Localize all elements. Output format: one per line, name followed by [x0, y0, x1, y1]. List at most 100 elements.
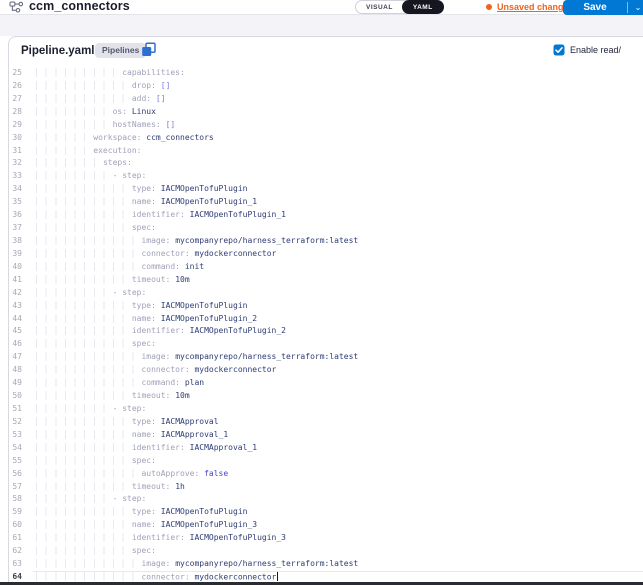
line-number: 48 — [9, 364, 22, 377]
code-text: add: [] — [36, 93, 166, 106]
code-line[interactable]: 31 execution: — [9, 145, 643, 158]
line-number: 46 — [9, 338, 22, 351]
line-number: 55 — [9, 455, 22, 468]
code-line[interactable]: 49 command: plan — [9, 377, 643, 390]
code-line[interactable]: 25 capabilities: — [9, 67, 643, 80]
code-line[interactable]: 63 image: mycompanyrepo/harness_terrafor… — [9, 558, 643, 571]
code-line[interactable]: 50 timeout: 10m — [9, 390, 643, 403]
code-text: spec: — [36, 455, 156, 468]
code-line[interactable]: 32 steps: — [9, 157, 643, 170]
code-text: steps: — [36, 157, 132, 170]
code-text: connector: mydockerconnector — [36, 364, 277, 377]
code-line[interactable]: 52 type: IACMApproval — [9, 416, 643, 429]
code-line[interactable]: 42 - step: — [9, 287, 643, 300]
code-line[interactable]: 27 add: [] — [9, 93, 643, 106]
code-text: timeout: 1h — [36, 481, 185, 494]
line-number: 33 — [9, 170, 22, 183]
code-line[interactable]: 28 os: Linux — [9, 106, 643, 119]
code-line[interactable]: 44 name: IACMOpenTofuPlugin_2 — [9, 313, 643, 326]
code-line[interactable]: 53 name: IACMApproval_1 — [9, 429, 643, 442]
code-text: type: IACMOpenTofuPlugin — [36, 183, 248, 196]
code-line[interactable]: 61 identifier: IACMOpenTofuPlugin_3 — [9, 532, 643, 545]
line-number: 27 — [9, 93, 22, 106]
code-line[interactable]: 60 name: IACMOpenTofuPlugin_3 — [9, 519, 643, 532]
code-text: type: IACMOpenTofuPlugin — [36, 300, 248, 313]
code-text: command: init — [36, 261, 205, 274]
code-line[interactable]: 58 - step: — [9, 493, 643, 506]
line-number: 36 — [9, 209, 22, 222]
code-text: spec: — [36, 338, 156, 351]
code-line[interactable]: 30 workspace: ccm_connectors — [9, 132, 643, 145]
line-number: 31 — [9, 145, 22, 158]
visual-yaml-toggle: VISUAL YAML — [355, 0, 444, 14]
line-number: 62 — [9, 545, 22, 558]
line-number: 61 — [9, 532, 22, 545]
line-number: 26 — [9, 80, 22, 93]
code-text: autoApprove: false — [36, 468, 229, 481]
code-line[interactable]: 62 spec: — [9, 545, 643, 558]
code-text: os: Linux — [36, 106, 156, 119]
code-line[interactable]: 39 connector: mydockerconnector — [9, 248, 643, 261]
code-line[interactable]: 48 connector: mydockerconnector — [9, 364, 643, 377]
header-gap-strip — [0, 15, 643, 36]
code-line[interactable]: 40 command: init — [9, 261, 643, 274]
code-line[interactable]: 59 type: IACMOpenTofuPlugin — [9, 506, 643, 519]
code-line[interactable]: 29 hostNames: [] — [9, 119, 643, 132]
text-cursor — [277, 571, 278, 581]
top-bar: ccm_connectors VISUAL YAML Unsaved chang… — [0, 0, 643, 15]
chevron-down-icon[interactable]: ⌄ — [628, 0, 643, 15]
enable-readwrite-checkbox[interactable]: Enable read/ — [553, 44, 621, 56]
line-number: 45 — [9, 325, 22, 338]
code-text: name: IACMOpenTofuPlugin_1 — [36, 196, 258, 209]
code-line[interactable]: 45 identifier: IACMOpenTofuPlugin_2 — [9, 325, 643, 338]
code-line[interactable]: 41 timeout: 10m — [9, 274, 643, 287]
save-button[interactable]: Save ⌄ — [563, 0, 643, 15]
code-line[interactable]: 55 spec: — [9, 455, 643, 468]
code-line[interactable]: 54 identifier: IACMApproval_1 — [9, 442, 643, 455]
code-line[interactable]: 38 image: mycompanyrepo/harness_terrafor… — [9, 235, 643, 248]
code-text: workspace: ccm_connectors — [36, 132, 214, 145]
code-text: identifier: IACMOpenTofuPlugin_1 — [36, 209, 286, 222]
line-number: 38 — [9, 235, 22, 248]
code-text: timeout: 10m — [36, 274, 190, 287]
code-line[interactable]: 26 drop: [] — [9, 80, 643, 93]
checkbox-checked-icon[interactable] — [553, 44, 565, 56]
toggle-yaml[interactable]: YAML — [402, 0, 444, 14]
line-number: 29 — [9, 119, 22, 132]
line-number: 56 — [9, 468, 22, 481]
code-text: capabilities: — [36, 67, 185, 80]
code-line[interactable]: 57 timeout: 1h — [9, 481, 643, 494]
code-line[interactable]: 43 type: IACMOpenTofuPlugin — [9, 300, 643, 313]
code-line[interactable]: 36 identifier: IACMOpenTofuPlugin_1 — [9, 209, 643, 222]
code-text: name: IACMApproval_1 — [36, 429, 229, 442]
code-text: hostNames: [] — [36, 119, 176, 132]
code-text: type: IACMOpenTofuPlugin — [36, 506, 248, 519]
code-text: image: mycompanyrepo/harness_terraform:l… — [36, 351, 359, 364]
code-line[interactable]: 33 - step: — [9, 170, 643, 183]
code-text: name: IACMOpenTofuPlugin_3 — [36, 519, 258, 532]
code-text: identifier: IACMOpenTofuPlugin_3 — [36, 532, 286, 545]
code-text: spec: — [36, 545, 156, 558]
code-line[interactable]: 47 image: mycompanyrepo/harness_terrafor… — [9, 351, 643, 364]
yaml-editor-card: Pipeline.yaml Pipelines Enable read/ 25 … — [8, 36, 643, 585]
toggle-visual[interactable]: VISUAL — [356, 1, 403, 13]
unsaved-changes-link[interactable]: Unsaved changes — [486, 1, 574, 13]
copy-icon[interactable] — [141, 42, 157, 58]
line-number: 39 — [9, 248, 22, 261]
file-name: Pipeline.yaml — [21, 45, 95, 57]
line-number: 28 — [9, 106, 22, 119]
code-line[interactable]: 51 - step: — [9, 403, 643, 416]
code-text: - step: — [36, 403, 147, 416]
checkbox-label: Enable read/ — [570, 45, 621, 55]
code-line[interactable]: 37 spec: — [9, 222, 643, 235]
line-number: 43 — [9, 300, 22, 313]
code-line[interactable]: 46 spec: — [9, 338, 643, 351]
line-number: 50 — [9, 390, 22, 403]
code-line[interactable]: 35 name: IACMOpenTofuPlugin_1 — [9, 196, 643, 209]
line-number: 41 — [9, 274, 22, 287]
line-number: 63 — [9, 558, 22, 571]
unsaved-dot-icon — [486, 4, 492, 10]
code-line[interactable]: 56 autoApprove: false — [9, 468, 643, 481]
code-line[interactable]: 34 type: IACMOpenTofuPlugin — [9, 183, 643, 196]
code-text: name: IACMOpenTofuPlugin_2 — [36, 313, 258, 326]
